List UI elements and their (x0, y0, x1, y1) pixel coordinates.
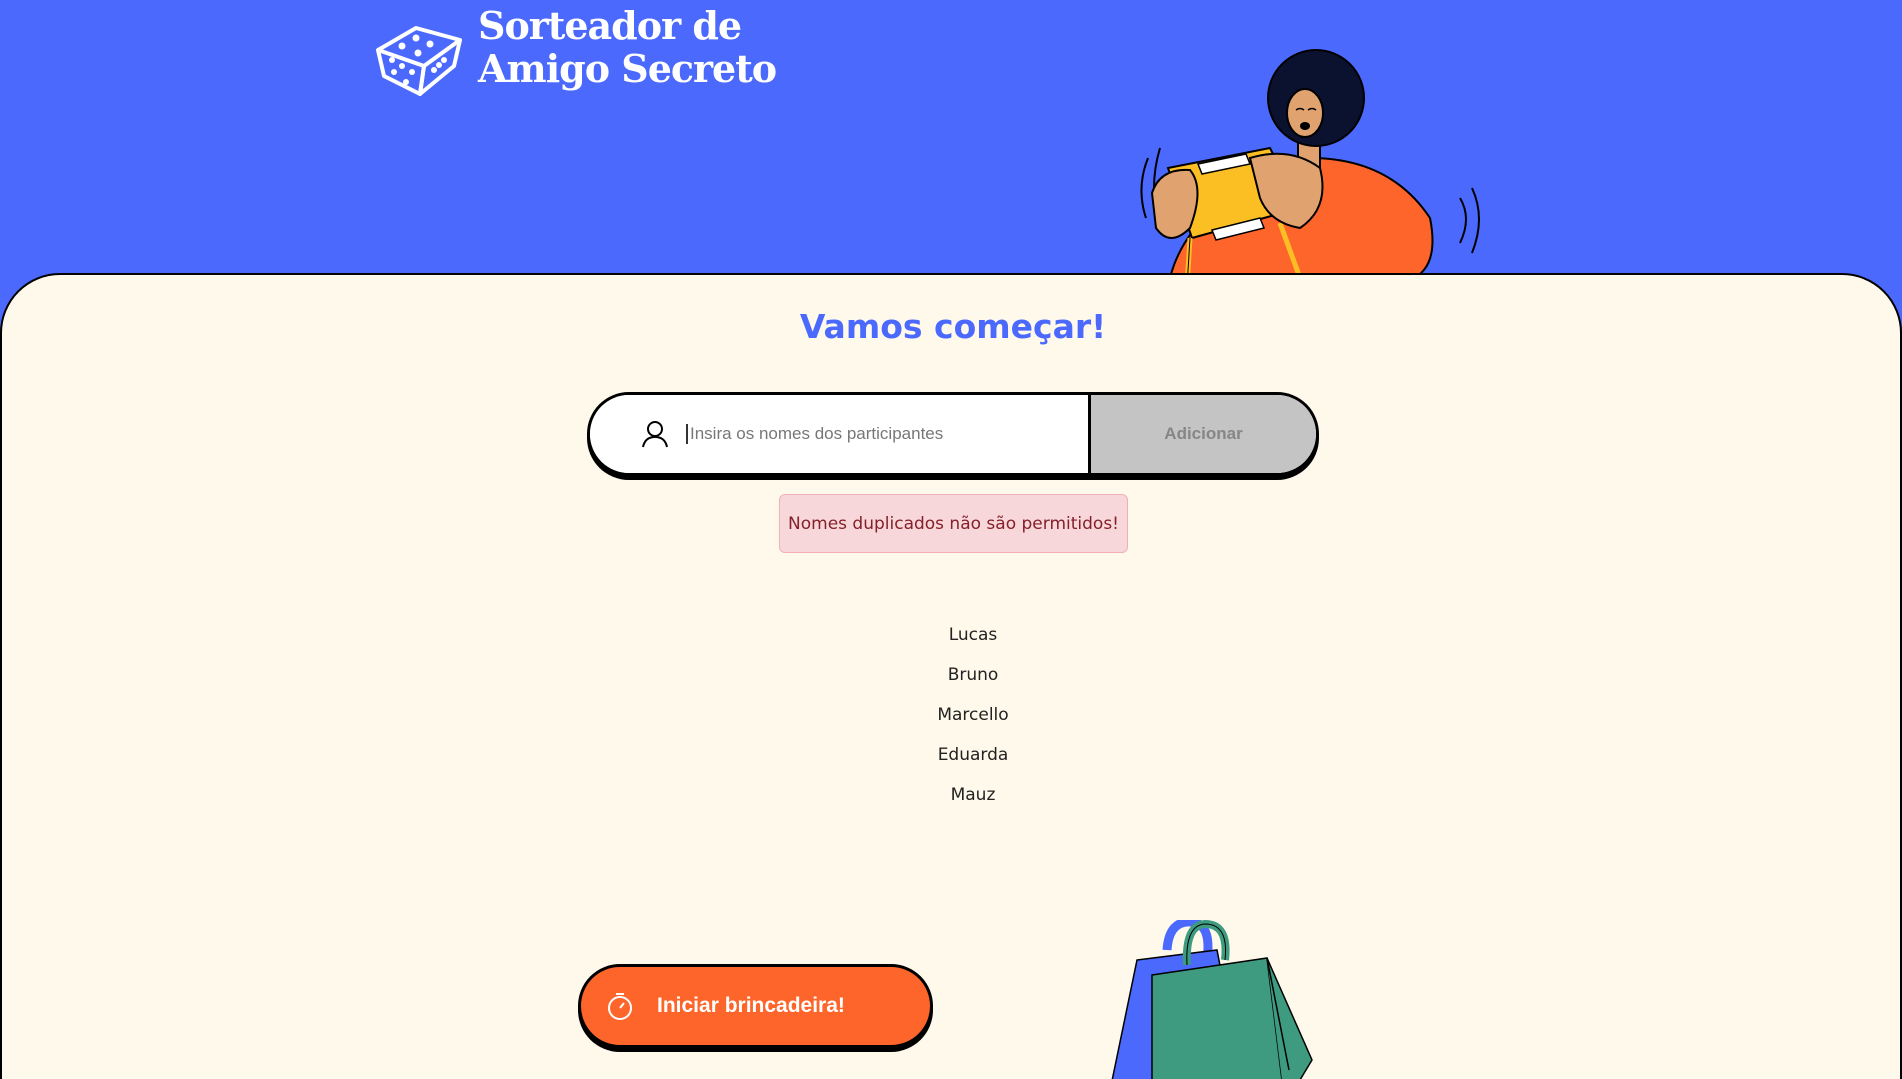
add-button[interactable]: Adicionar (1091, 395, 1316, 473)
start-game-label: Iniciar brincadeira! (657, 994, 845, 1017)
app-title: Sorteador de Amigo Secreto (478, 3, 777, 91)
list-item: Mauz (950, 785, 996, 805)
list-item: Lucas (948, 625, 998, 645)
participant-list: Lucas Bruno Marcello Eduarda Mauz (2, 615, 1902, 815)
app-title-line2: Amigo Secreto (478, 46, 777, 91)
list-item: Marcello (937, 705, 1009, 725)
dice-icon (376, 26, 462, 96)
timer-icon (608, 993, 632, 1020)
main-panel: Vamos começar! Adicionar Nomes duplicado… (0, 273, 1902, 1079)
duplicate-name-alert: Nomes duplicados não são permitidos! (779, 494, 1128, 553)
name-field-wrapper (590, 395, 1091, 473)
start-game-button[interactable]: Iniciar brincadeira! (578, 964, 933, 1048)
shopping-bags-illustration (1111, 920, 1313, 1079)
page-title: Vamos começar! (799, 307, 1107, 346)
participant-name-input[interactable] (686, 424, 1066, 444)
user-icon (642, 421, 668, 448)
list-item: Bruno (947, 665, 999, 685)
add-participant-form: Adicionar (587, 392, 1319, 476)
app-title-line1: Sorteador de (478, 3, 742, 48)
person-with-gift-illustration (1140, 49, 1480, 304)
logo: Sorteador de Amigo Secreto (372, 3, 777, 96)
header: Sorteador de Amigo Secreto (0, 0, 1902, 304)
list-item: Eduarda (937, 745, 1009, 765)
